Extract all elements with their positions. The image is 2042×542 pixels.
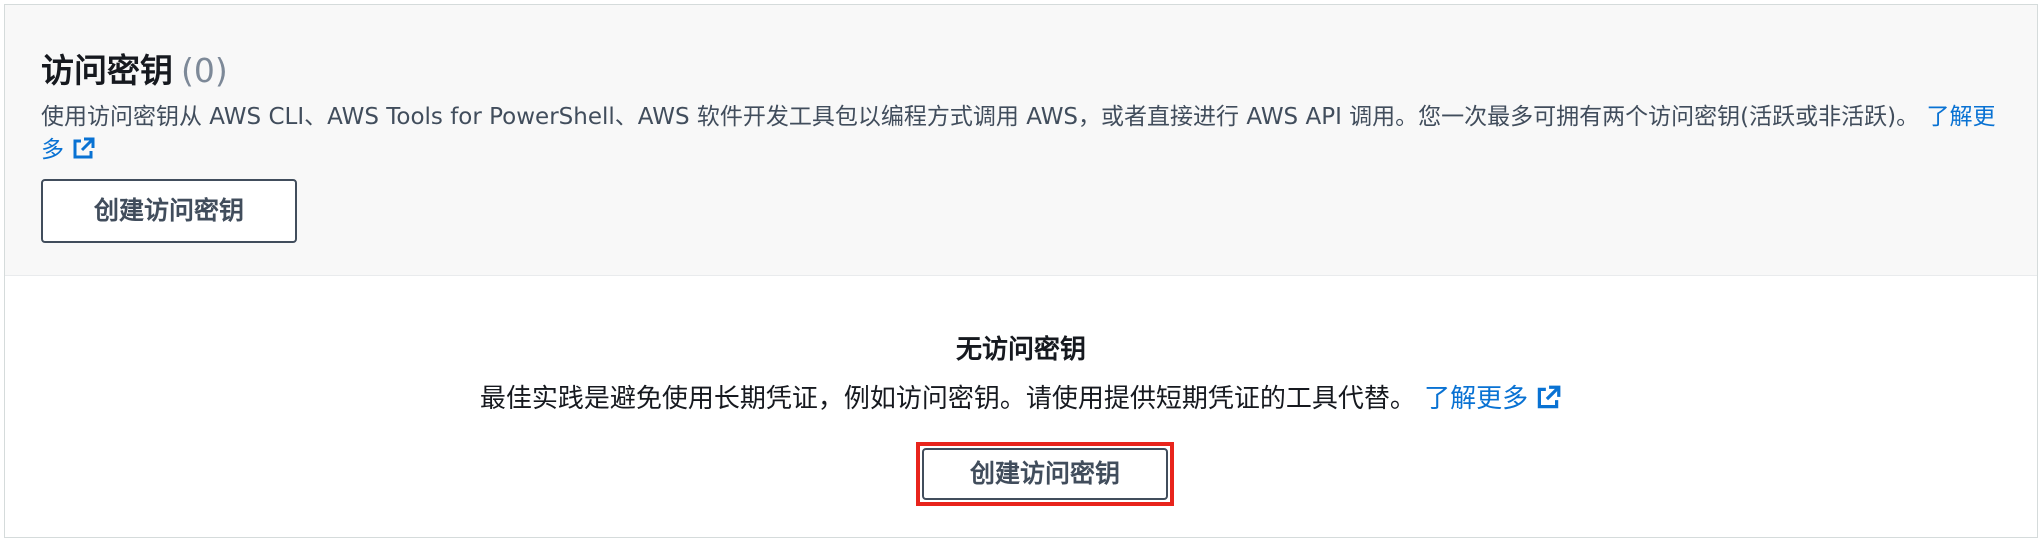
- empty-state-create-access-key-button[interactable]: 创建访问密钥: [922, 448, 1168, 500]
- title-text: 访问密钥: [41, 51, 173, 90]
- external-link-icon: [70, 136, 96, 172]
- description-text: 使用访问密钥从 AWS CLI、AWS Tools for PowerShell…: [41, 104, 1920, 130]
- highlight-box: 创建访问密钥: [916, 442, 1174, 506]
- empty-state-learn-more-link[interactable]: 了解更多: [1424, 384, 1562, 414]
- access-keys-panel: 访问密钥 (0) 使用访问密钥从 AWS CLI、AWS Tools for Po…: [4, 4, 2038, 538]
- empty-state: 无访问密钥 最佳实践是避免使用长期凭证，例如访问密钥。请使用提供短期凭证的工具代…: [5, 276, 2037, 538]
- empty-state-description-text: 最佳实践是避免使用长期凭证，例如访问密钥。请使用提供短期凭证的工具代替。: [479, 384, 1416, 414]
- external-link-icon: [1534, 384, 1562, 423]
- empty-state-title: 无访问密钥: [955, 335, 1086, 365]
- header-description: 使用访问密钥从 AWS CLI、AWS Tools for PowerShell…: [41, 101, 2001, 172]
- empty-state-learn-more-label: 了解更多: [1424, 384, 1529, 414]
- create-access-key-button[interactable]: 创建访问密钥: [41, 179, 297, 243]
- access-key-count: (0): [181, 51, 228, 90]
- page-title: 访问密钥 (0): [41, 49, 228, 93]
- panel-header: 访问密钥 (0) 使用访问密钥从 AWS CLI、AWS Tools for Po…: [5, 5, 2037, 276]
- empty-state-description: 最佳实践是避免使用长期凭证，例如访问密钥。请使用提供短期凭证的工具代替。 了解更…: [5, 380, 2037, 423]
